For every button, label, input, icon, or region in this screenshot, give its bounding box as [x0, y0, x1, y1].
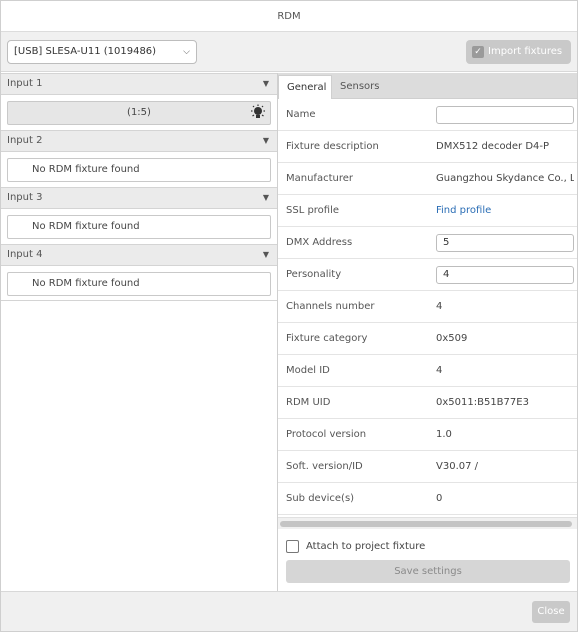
- tab-bar: General Sensors: [278, 73, 577, 99]
- checkmark-icon: ✓: [472, 46, 484, 58]
- prop-label: Soft. version/ID: [286, 461, 363, 472]
- input-header-1[interactable]: Input 1 ▼: [1, 73, 277, 95]
- prop-label: Protocol version: [286, 429, 367, 440]
- prop-row-sub-devices: Sub device(s) 0: [278, 483, 577, 515]
- prop-label: Name: [286, 109, 316, 120]
- prop-row-model-id: Model ID 4: [278, 355, 577, 387]
- prop-value: Guangzhou Skydance Co., Ltd: [436, 173, 574, 184]
- toolbar: [USB] SLESA-U11 (1019486) ⌵ ✓ Import fix…: [1, 32, 577, 72]
- fixture-address: (1:5): [127, 107, 151, 118]
- input-header-3[interactable]: Input 3 ▼: [1, 187, 277, 209]
- prop-row-manufacturer: Manufacturer Guangzhou Skydance Co., Ltd: [278, 163, 577, 195]
- find-profile-link[interactable]: Find profile: [436, 195, 574, 227]
- import-fixtures-button[interactable]: ✓ Import fixtures: [466, 40, 571, 64]
- prop-label: Model ID: [286, 365, 330, 376]
- input-header-label: Input 1: [7, 78, 43, 89]
- device-select[interactable]: [USB] SLESA-U11 (1019486) ⌵: [7, 40, 197, 64]
- horizontal-scrollbar[interactable]: [278, 517, 577, 529]
- no-fixture-row: No RDM fixture found: [7, 272, 271, 296]
- prop-row-dmx-address: DMX Address 5: [278, 227, 577, 259]
- prop-label: RDM UID: [286, 397, 331, 408]
- close-button[interactable]: Close: [532, 601, 570, 623]
- input-header-4[interactable]: Input 4 ▼: [1, 244, 277, 266]
- no-fixture-row: No RDM fixture found: [7, 158, 271, 182]
- input-group-4: Input 4 ▼ No RDM fixture found: [1, 244, 277, 301]
- triangle-down-icon: ▼: [262, 250, 269, 259]
- footer: Close: [1, 591, 577, 631]
- properties-table: Name Fixture description DMX512 decoder …: [278, 99, 577, 515]
- prop-row-personality: Personality 4: [278, 259, 577, 291]
- prop-value: 4: [436, 365, 443, 376]
- rdm-window: RDM [USB] SLESA-U11 (1019486) ⌵ ✓ Import…: [0, 0, 578, 632]
- fixture-row[interactable]: (1:5): [7, 101, 271, 125]
- no-fixture-row: No RDM fixture found: [7, 215, 271, 239]
- import-fixtures-label: Import fixtures: [488, 46, 563, 57]
- input-header-label: Input 2: [7, 135, 43, 146]
- prop-row-ssl-profile: SSL profile Find profile: [278, 195, 577, 227]
- prop-value: 0: [436, 493, 443, 504]
- inputs-panel: Input 1 ▼ (1:5) Input 2 ▼ No RDM fixture…: [1, 73, 278, 591]
- tab-sensors[interactable]: Sensors: [332, 75, 388, 99]
- prop-row-protocol-version: Protocol version 1.0: [278, 419, 577, 451]
- prop-label: SSL profile: [286, 205, 340, 216]
- prop-value: 1.0: [436, 429, 452, 440]
- prop-label: Sub device(s): [286, 493, 355, 504]
- prop-label: DMX Address: [286, 237, 353, 248]
- properties-panel: General Sensors Name Fixture description…: [278, 73, 577, 591]
- input-group-2: Input 2 ▼ No RDM fixture found: [1, 130, 277, 187]
- input-group-1: Input 1 ▼ (1:5): [1, 73, 277, 130]
- prop-row-soft-version: Soft. version/ID V30.07 /: [278, 451, 577, 483]
- prop-value: 0x509: [436, 333, 468, 344]
- attach-label: Attach to project fixture: [306, 541, 426, 552]
- personality-input[interactable]: 4: [436, 266, 574, 284]
- input-group-3: Input 3 ▼ No RDM fixture found: [1, 187, 277, 244]
- triangle-down-icon: ▼: [262, 136, 269, 145]
- prop-row-rdm-uid: RDM UID 0x5011:B51B77E3: [278, 387, 577, 419]
- checkbox-icon[interactable]: [286, 540, 299, 553]
- prop-label: Manufacturer: [286, 173, 353, 184]
- name-input[interactable]: [436, 106, 574, 124]
- prop-value: 0x5011:B51B77E3: [436, 397, 529, 408]
- prop-label: Fixture description: [286, 141, 379, 152]
- prop-row-channels-number: Channels number 4: [278, 291, 577, 323]
- prop-row-name: Name: [278, 99, 577, 131]
- prop-row-fixture-category: Fixture category 0x509: [278, 323, 577, 355]
- dmx-address-input[interactable]: 5: [436, 234, 574, 252]
- input-header-2[interactable]: Input 2 ▼: [1, 130, 277, 152]
- scrollbar-thumb[interactable]: [280, 521, 572, 527]
- prop-label: Channels number: [286, 301, 375, 312]
- triangle-down-icon: ▼: [262, 79, 269, 88]
- prop-label: Fixture category: [286, 333, 368, 344]
- bulb-icon[interactable]: [250, 104, 266, 122]
- tab-general[interactable]: General: [278, 75, 332, 99]
- prop-label: Personality: [286, 269, 342, 280]
- attach-checkbox[interactable]: Attach to project fixture: [286, 540, 425, 554]
- prop-value: V30.07 /: [436, 461, 479, 472]
- device-select-value: [USB] SLESA-U11 (1019486): [14, 46, 157, 57]
- window-title: RDM: [1, 1, 577, 32]
- input-header-label: Input 3: [7, 192, 43, 203]
- prop-value: DMX512 decoder D4-P: [436, 141, 550, 152]
- prop-value: 4: [436, 301, 443, 312]
- input-header-label: Input 4: [7, 249, 43, 260]
- prop-row-fixture-description: Fixture description DMX512 decoder D4-P: [278, 131, 577, 163]
- save-settings-button[interactable]: Save settings: [286, 560, 570, 583]
- triangle-down-icon: ▼: [262, 193, 269, 202]
- chevron-down-icon: ⌵: [183, 47, 190, 57]
